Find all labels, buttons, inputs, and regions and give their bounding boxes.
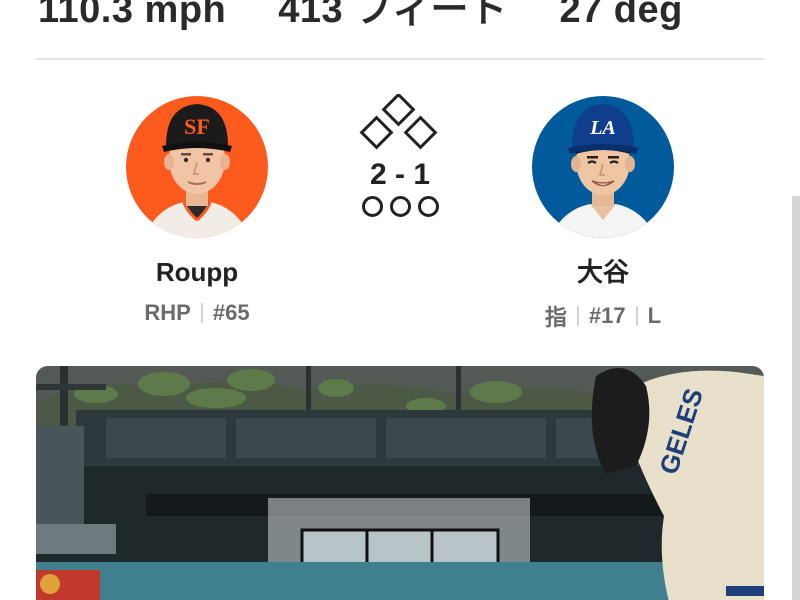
divider xyxy=(36,58,764,60)
out-dot-1 xyxy=(361,196,383,217)
pitcher-avatar: SF xyxy=(126,96,268,238)
batter-number: #17 xyxy=(588,303,626,328)
meta-separator xyxy=(635,306,638,326)
out-dot-3 xyxy=(417,196,439,217)
meta-separator xyxy=(576,306,579,326)
game-state: 2 - 1 xyxy=(340,94,460,217)
batter-name: 大谷 xyxy=(576,257,629,287)
highlight-video[interactable]: GELES xyxy=(36,366,764,600)
exit-velocity: 110.3 mph xyxy=(38,0,227,31)
launch-angle: 27 deg xyxy=(559,0,683,31)
hit-stats-line: 110.3 mph 413 フィート 27 deg xyxy=(38,0,735,33)
pitcher-position: RHP xyxy=(144,300,191,325)
batter-avatar: LA xyxy=(532,96,674,238)
svg-text:LA: LA xyxy=(589,117,616,139)
scrollbar[interactable] xyxy=(792,196,800,600)
ball-strike-count: 2 - 1 xyxy=(369,158,431,191)
svg-text:SF: SF xyxy=(184,114,210,139)
batter-bats: L xyxy=(647,303,662,328)
outs-indicator xyxy=(340,196,460,217)
at-bat-detail-page: 110.3 mph 413 フィート 27 deg SF Roupp RHP #… xyxy=(0,0,800,600)
pitcher-meta: RHP #65 xyxy=(97,300,297,326)
batter-position: 指 xyxy=(544,305,567,330)
batter-meta: 指 #17 L xyxy=(503,300,703,332)
meta-separator xyxy=(200,303,203,323)
bases-diamond-icon xyxy=(340,94,460,152)
hit-distance: 413 フィート xyxy=(278,0,508,31)
out-dot-2 xyxy=(389,196,411,217)
pitcher-name: Roupp xyxy=(155,257,239,287)
batter-card[interactable]: LA 大谷 指 #17 L xyxy=(503,96,703,332)
first-base-icon xyxy=(403,115,438,150)
pitcher-number: #65 xyxy=(212,300,250,325)
third-base-icon xyxy=(359,115,394,150)
pitcher-card[interactable]: SF Roupp RHP #65 xyxy=(97,96,297,326)
